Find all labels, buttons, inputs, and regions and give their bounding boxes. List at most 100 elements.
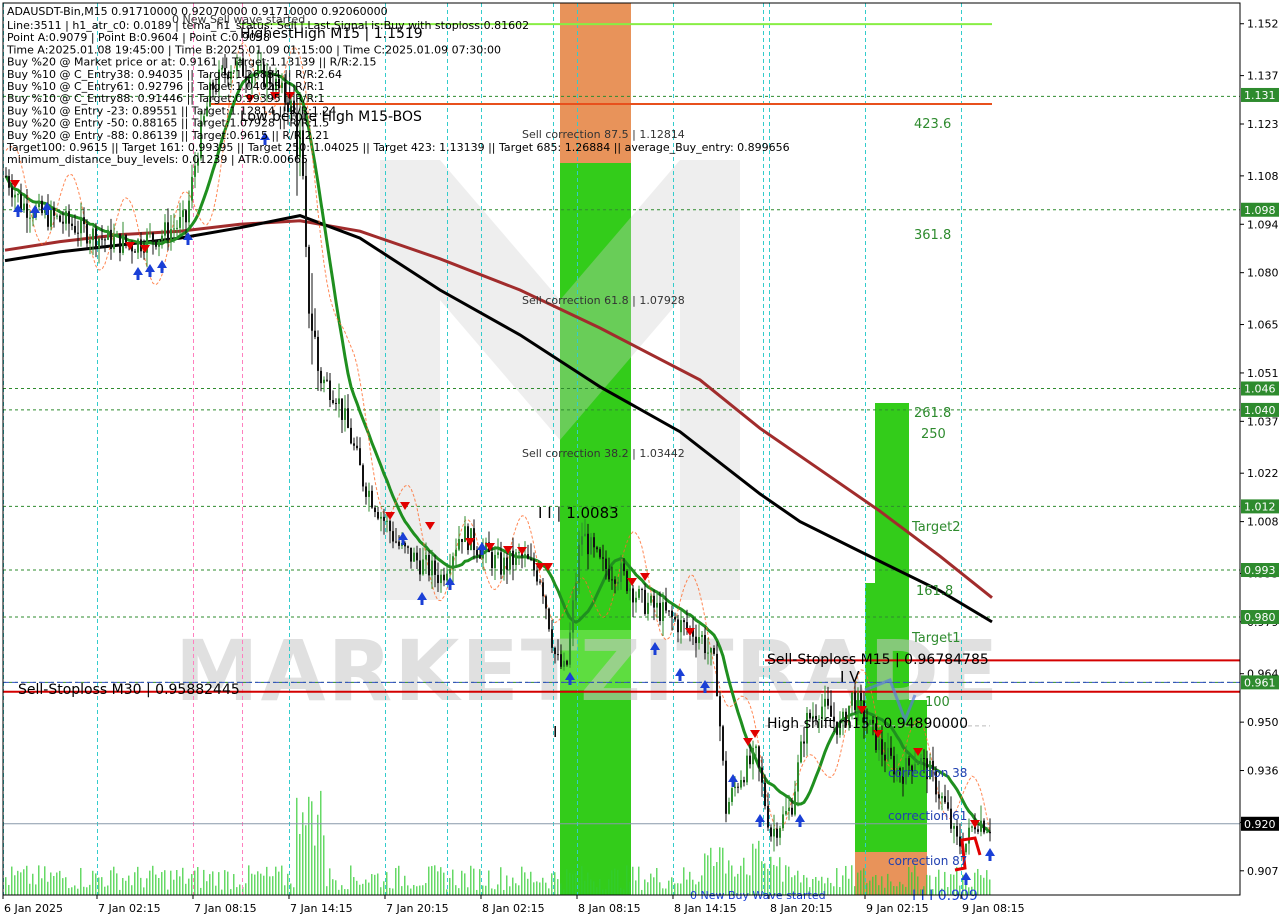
volume-bar [611,870,613,895]
volume-bar [182,867,184,895]
volume-bar [56,872,58,895]
candle [113,237,115,250]
price-badge-label: 1.012 [1244,500,1276,513]
volume-bar [617,869,619,895]
price-badge-label: 0.920 [1244,818,1276,831]
candle [476,550,478,556]
candle [779,828,781,838]
candle [419,560,421,575]
volume-bar [539,882,541,895]
volume-bar [17,870,19,895]
volume-bar [443,872,445,895]
volume-bar [872,876,874,895]
candle [185,210,187,223]
candle [542,582,544,597]
candle [107,229,109,240]
volume-bar [407,885,409,895]
candle [650,595,652,603]
volume-bar [656,867,658,895]
candle [890,747,892,756]
volume-bar [506,875,508,895]
candle [383,516,385,521]
y-tick-label: 1.108 [1247,170,1279,183]
level-label: Sell-Stoploss M15 | 0.96784785 [767,652,989,668]
volume-bar [62,878,64,895]
candle [344,408,346,420]
candle [758,746,760,768]
candle [947,802,949,809]
info-line: Time A:2025.01.08 19:45:00 | Time B:2025… [6,43,501,56]
volume-bar [203,869,205,895]
candle [725,760,727,814]
volume-bar [368,882,370,895]
volume-bar [116,873,118,895]
volume-bar [500,867,502,895]
candle [887,747,889,761]
volume-bar [83,886,85,895]
volume-bar [164,870,166,895]
candle [632,588,634,603]
candle [443,574,445,581]
candle [824,698,826,707]
volume-bar [629,881,631,895]
volume-bar [650,873,652,895]
volume-bar [521,866,523,895]
candle [980,820,982,832]
candle [110,229,112,250]
info-line: Target100: 0.9615 || Target 161: 0.99395… [6,141,790,154]
volume-bar [107,885,109,895]
volume-bar [275,866,277,895]
volume-bar [551,873,553,895]
candle [434,560,436,575]
volume-bar [677,883,679,895]
candle [851,692,853,706]
volume-bar [329,868,331,895]
y-tick-label: 1.152 [1247,18,1279,31]
volume-bar [233,874,235,895]
volume-bar [221,889,223,895]
target-zone-upper [875,403,909,583]
candle [317,336,319,371]
candle [698,637,700,644]
volume-bar [830,882,832,895]
candle [365,486,367,497]
volume-bar [413,884,415,895]
candle [533,559,535,571]
y-tick-label: 0.936 [1247,765,1279,778]
candle [134,251,136,253]
volume-bar [362,883,364,895]
volume-bar [302,812,304,895]
candle [53,207,55,216]
volume-bar [11,866,13,895]
volume-bar [248,865,250,895]
info-line: Buy %20 @ Entry -88: 0.86139 || Target:0… [7,129,329,142]
volume-bar [683,867,685,895]
level-label: High shift m15 | 0.94890000 [767,716,968,732]
candle [8,176,10,188]
volume-bar [326,886,328,895]
volume-bar [473,868,475,895]
volume-bar [554,872,556,895]
candle [308,246,310,314]
candle [68,211,70,224]
volume-bar [254,874,256,895]
candle [884,754,886,761]
volume-bar [881,876,883,895]
candle [953,826,955,829]
chart-svg: MARKETZITRADE HighestHigh M15 | 1.1519Lo… [0,0,1280,920]
candle [479,555,481,559]
volume-bar [44,866,46,895]
volume-bar [836,868,838,895]
volume-bar [290,883,292,895]
volume-bar [632,866,634,895]
volume-bar [659,882,661,895]
candle [557,654,559,656]
chart-header: ADAUSDT-Bin,M15 0.91710000 0.92070000 0.… [7,5,388,18]
volume-bar [134,872,136,895]
volume-bar [179,876,181,895]
candle [59,215,61,222]
candle [767,806,769,828]
candle [881,739,883,755]
candle [578,544,580,583]
candle [83,217,85,225]
